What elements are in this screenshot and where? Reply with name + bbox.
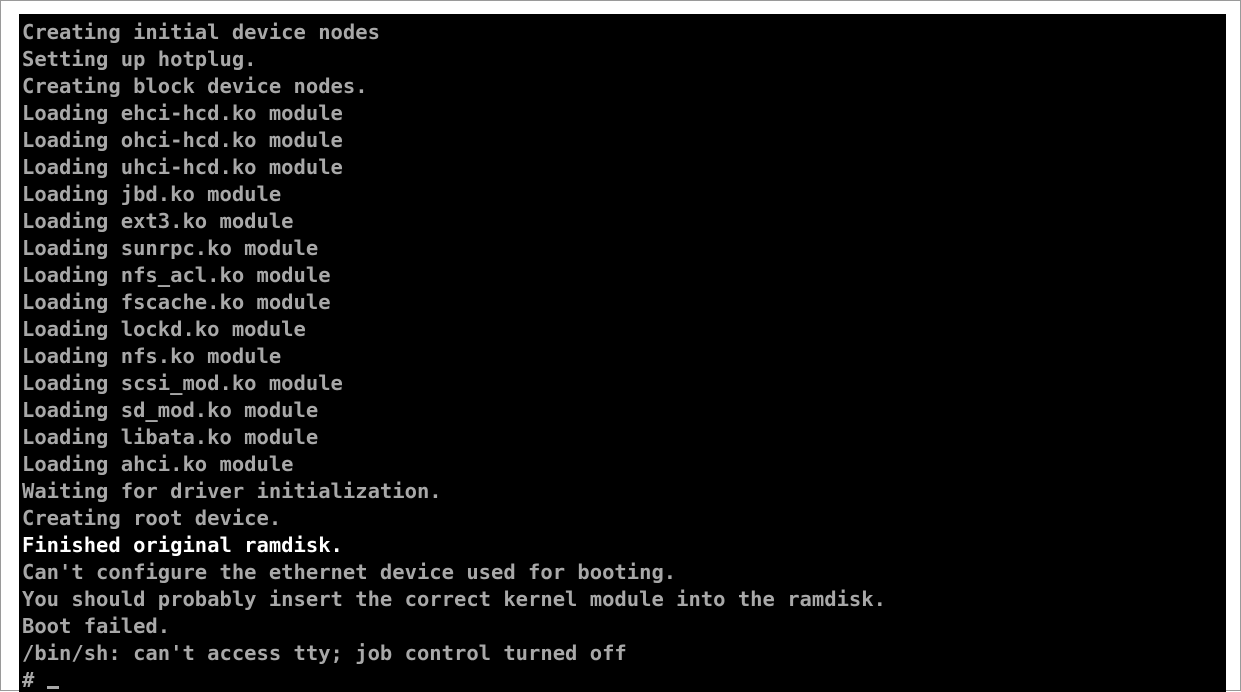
console-line: Creating block device nodes. xyxy=(22,74,368,98)
console-line: Loading nfs_acl.ko module xyxy=(22,263,331,287)
console-line: Loading uhci-hcd.ko module xyxy=(22,155,343,179)
console-line: Loading ohci-hcd.ko module xyxy=(22,128,343,152)
console-line: Loading jbd.ko module xyxy=(22,182,282,206)
console-line: Loading lockd.ko module xyxy=(22,317,306,341)
console-line: /bin/sh: can't access tty; job control t… xyxy=(22,641,627,665)
console-line: Setting up hotplug. xyxy=(22,47,257,71)
console-line: You should probably insert the correct k… xyxy=(22,587,886,611)
console-line: Loading ext3.ko module xyxy=(22,209,294,233)
console-output: Creating initial device nodes Setting up… xyxy=(22,19,886,692)
console-line: Can't configure the ethernet device used… xyxy=(22,560,677,584)
console-line: Loading ahci.ko module xyxy=(22,452,294,476)
console-line: Creating initial device nodes xyxy=(22,20,380,44)
shell-prompt-line[interactable]: # xyxy=(22,667,886,692)
boot-console[interactable]: Creating initial device nodes Setting up… xyxy=(19,14,1226,692)
console-line: Loading sunrpc.ko module xyxy=(22,236,319,260)
console-line: Loading ehci-hcd.ko module xyxy=(22,101,343,125)
console-line: Loading libata.ko module xyxy=(22,425,319,449)
console-line: Loading sd_mod.ko module xyxy=(22,398,319,422)
console-line: Boot failed. xyxy=(22,614,171,638)
console-line: Waiting for driver initialization. xyxy=(22,479,442,503)
console-line: Loading scsi_mod.ko module xyxy=(22,371,343,395)
shell-prompt: # xyxy=(22,668,35,692)
cursor-icon xyxy=(47,686,60,689)
screenshot-frame: Creating initial device nodes Setting up… xyxy=(0,0,1241,692)
console-line: Creating root device. xyxy=(22,506,282,530)
console-line-highlighted: Finished original ramdisk. xyxy=(22,533,343,557)
console-line: Loading fscache.ko module xyxy=(22,290,331,314)
console-line: Loading nfs.ko module xyxy=(22,344,282,368)
